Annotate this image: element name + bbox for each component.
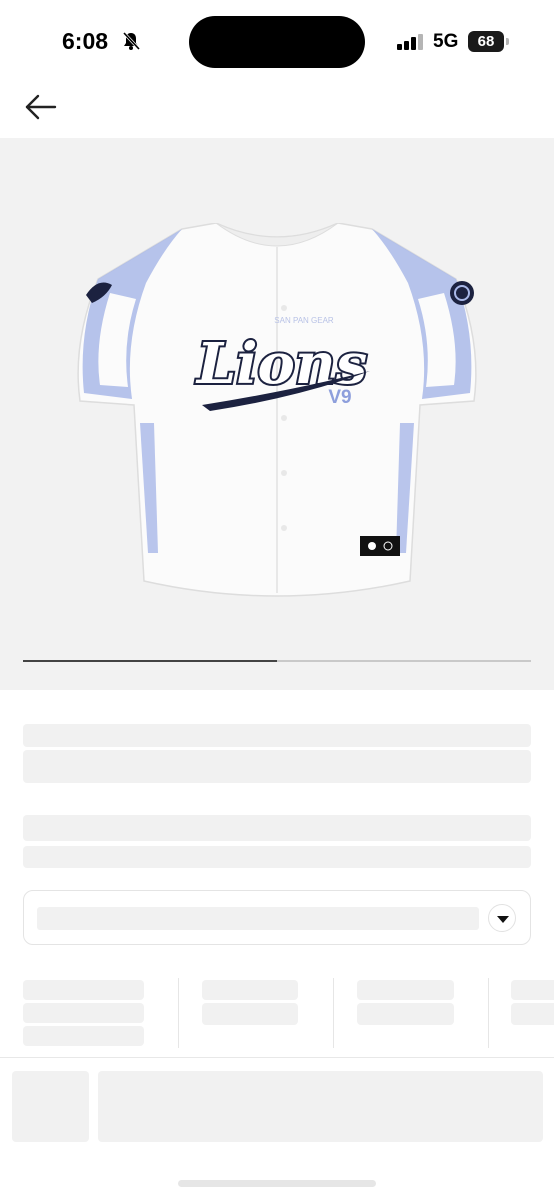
column-divider (488, 978, 489, 1048)
buy-button-skeleton[interactable] (98, 1071, 543, 1142)
dropdown-button[interactable] (488, 904, 516, 932)
battery-icon: 68 (468, 31, 504, 52)
status-time: 6:08 (62, 28, 109, 54)
battery-level: 68 (477, 33, 495, 50)
jersey-small-text: SAN PAN GEAR (274, 316, 334, 325)
back-button[interactable] (22, 88, 62, 128)
battery-tip (506, 38, 509, 45)
info-skeleton (511, 980, 554, 1000)
bell-muted-icon (122, 31, 141, 51)
network-type: 5G (433, 31, 459, 52)
option-select[interactable] (23, 890, 531, 945)
price-skeleton-2 (23, 846, 531, 868)
triangle-down-icon (497, 916, 509, 923)
status-bar: 6:08 5G 68 (0, 0, 554, 80)
info-skeleton (202, 980, 298, 1000)
column-divider (333, 978, 334, 1048)
column-divider (178, 978, 179, 1048)
gallery-progress-fill (23, 660, 277, 662)
info-skeleton (202, 1003, 298, 1025)
product-jersey-image: SAN PAN GEAR Lions V9 (77, 223, 477, 597)
dynamic-island (189, 16, 365, 68)
info-skeleton (511, 1003, 554, 1025)
like-button-skeleton[interactable] (12, 1071, 89, 1142)
arrow-left-icon (25, 94, 57, 120)
info-skeleton (23, 980, 144, 1000)
price-skeleton (23, 815, 531, 841)
home-indicator (178, 1180, 376, 1187)
signal-bars-icon (397, 34, 423, 50)
option-select-value-skeleton (37, 907, 479, 930)
info-skeleton (357, 980, 454, 1000)
jersey-mark: V9 (328, 387, 351, 408)
info-skeleton (23, 1003, 144, 1023)
title-skeleton (23, 724, 531, 747)
product-image-gallery[interactable]: SAN PAN GEAR Lions V9 (0, 138, 554, 690)
section-divider (0, 1057, 554, 1058)
info-skeleton (357, 1003, 454, 1025)
title-skeleton-2 (23, 750, 531, 783)
gallery-progress (23, 660, 531, 662)
info-skeleton (23, 1026, 144, 1046)
